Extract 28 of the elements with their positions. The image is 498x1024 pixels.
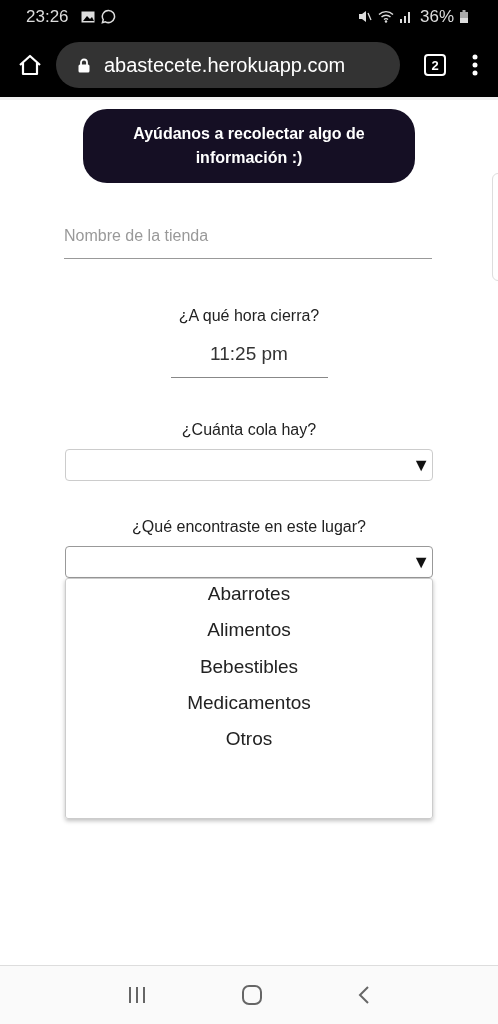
- image-icon: [80, 10, 95, 23]
- banner: Ayúdanos a recolectar algo de información :): [83, 109, 415, 183]
- battery-level: 36%: [419, 6, 454, 27]
- wifi-icon: [377, 10, 394, 23]
- dropdown-option[interactable]: Otros: [66, 728, 432, 765]
- address-bar[interactable]: abastecete.herokuapp.com: [56, 42, 400, 88]
- dropdown-option[interactable]: Alimentos: [66, 619, 432, 656]
- time-field[interactable]: 11:25 pm: [170, 343, 328, 378]
- dropdown-option[interactable]: Medicamentos: [66, 691, 432, 729]
- menu-icon[interactable]: [472, 54, 478, 76]
- clock: 23:26: [26, 6, 69, 27]
- home-button-icon[interactable]: [241, 984, 263, 1006]
- found-select[interactable]: ▼: [65, 546, 433, 578]
- field-label: ¿A qué hora cierra?: [178, 307, 320, 325]
- field-label: ¿Cuánta cola hay?: [181, 421, 317, 439]
- dropdown-option[interactable]: Abarrotes: [66, 583, 432, 620]
- battery-icon: [460, 10, 468, 23]
- home-icon[interactable]: [18, 54, 42, 76]
- tab-count-button[interactable]: 2: [424, 54, 446, 76]
- field-label: ¿Qué encontraste en este lugar?: [132, 518, 366, 536]
- chat-icon: [100, 9, 116, 24]
- mute-icon: [357, 10, 372, 23]
- queue-select[interactable]: ▼: [65, 449, 433, 481]
- recent-apps-icon[interactable]: [127, 986, 147, 1004]
- dropdown-option[interactable]: Bebestibles: [66, 655, 432, 692]
- lock-icon: [78, 57, 90, 73]
- back-icon[interactable]: [357, 985, 371, 1005]
- signal-icon: [399, 10, 412, 23]
